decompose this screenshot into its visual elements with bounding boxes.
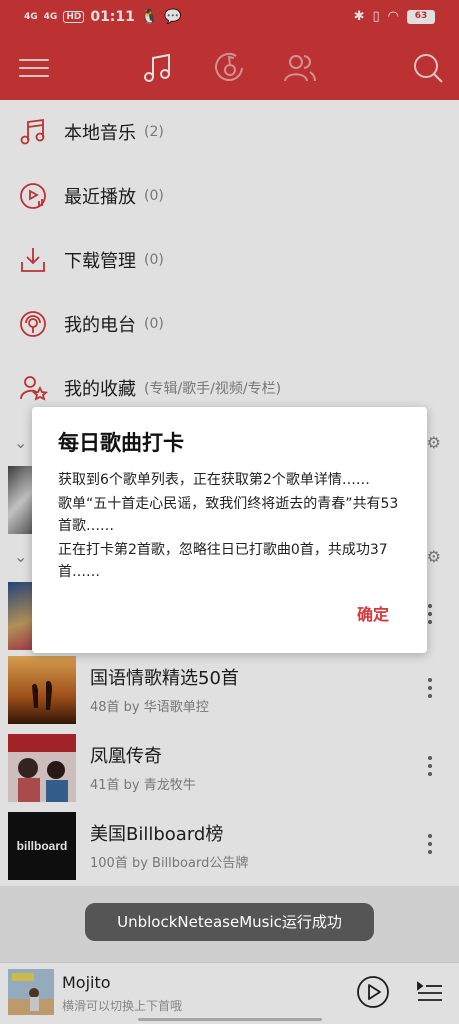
toast-message: UnblockNeteaseMusic运行成功: [85, 903, 374, 941]
daily-checkin-dialog: 每日歌曲打卡 获取到6个歌单列表，正在获取第2个歌单详情…… 歌单“五十首走心民…: [32, 407, 427, 653]
dialog-line: 正在打卡第2首歌，忽略往日已打歌曲0首，共成功37首……: [58, 542, 388, 580]
dialog-body: 获取到6个歌单列表，正在获取第2个歌单详情…… 歌单“五十首走心民谣，致我们终将…: [58, 469, 410, 585]
dialog-line: 获取到6个歌单列表，正在获取第2个歌单详情……: [58, 472, 370, 488]
dialog-title: 每日歌曲打卡: [58, 431, 184, 455]
dialog-line: 歌单“五十首走心民谣，致我们终将逝去的青春”共有53首歌……: [58, 496, 399, 534]
confirm-button[interactable]: 确定: [357, 601, 389, 625]
